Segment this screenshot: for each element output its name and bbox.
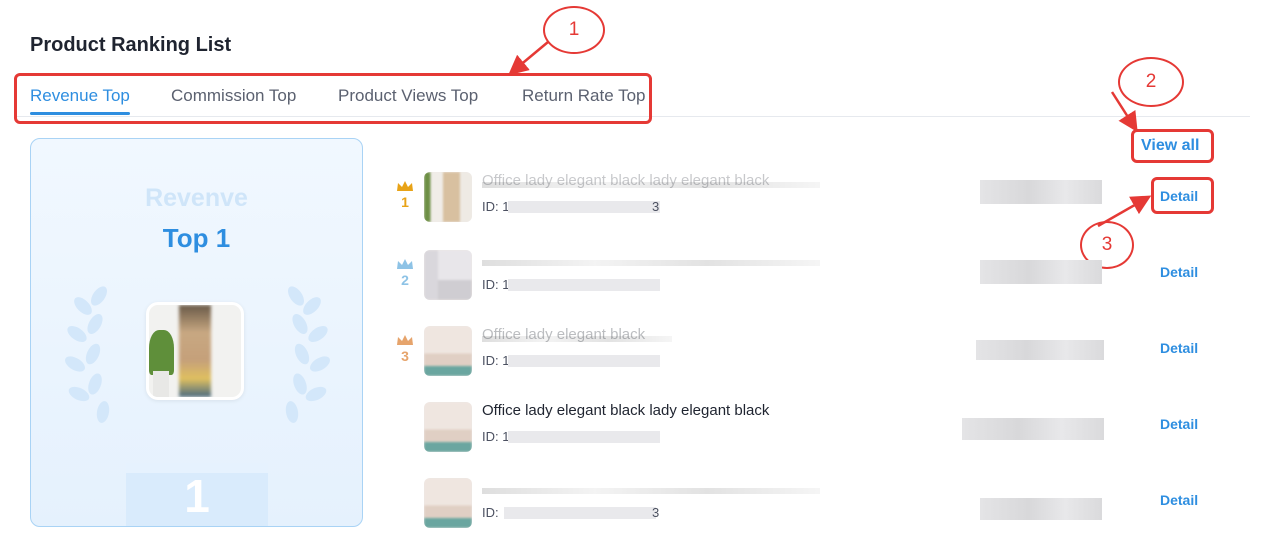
product-name-redaction — [482, 260, 820, 266]
product-thumbnail — [424, 326, 472, 376]
product-id-redaction — [508, 279, 660, 291]
product-id-redaction — [504, 507, 656, 519]
product-name: Office lady elegant black lady elegant b… — [482, 402, 770, 419]
annotation-box-tabs — [14, 73, 652, 124]
product-name-redaction — [482, 488, 820, 494]
annotation-marker-1: 1 — [543, 6, 605, 54]
ranking-row: 3 Office lady elegant black ID: 1 Detail — [390, 326, 1220, 386]
card-metric-label: Revenve — [145, 184, 248, 212]
product-thumbnail — [424, 402, 472, 452]
revenue-value-redaction — [980, 260, 1102, 284]
rank-number: 2 — [401, 272, 409, 288]
laurel-right-icon — [285, 286, 330, 423]
page-title: Product Ranking List — [30, 34, 232, 56]
product-thumbnail — [424, 172, 472, 222]
laurel-left-icon — [65, 286, 110, 423]
product-id-label: ID: 1 — [482, 353, 510, 368]
rank-number: 3 — [401, 348, 409, 364]
ranking-row: Office lady elegant black lady elegant b… — [390, 402, 1220, 462]
revenue-value-redaction — [962, 418, 1104, 440]
product-id-redaction — [508, 201, 660, 213]
crown-gold-icon — [397, 181, 413, 191]
ranking-row: 1 Office lady elegant black lady elegant… — [390, 172, 1220, 232]
card-rank-label: Top 1 — [162, 223, 231, 253]
view-all-link[interactable]: View all — [1141, 137, 1199, 155]
detail-link[interactable]: Detail — [1160, 188, 1198, 204]
product-name: Office lady elegant black — [482, 326, 646, 343]
product-id-label: ID: 1 — [482, 199, 510, 214]
product-id-label: ID: — [482, 505, 499, 520]
product-id-label: ID: 1 — [482, 277, 510, 292]
rank-badge: 3 — [390, 334, 420, 364]
detail-link[interactable]: Detail — [1160, 492, 1198, 508]
revenue-value-redaction — [976, 340, 1104, 360]
crown-silver-icon — [397, 259, 413, 269]
product-thumbnail — [424, 250, 472, 300]
revenue-value-redaction — [980, 498, 1102, 520]
product-id-suffix: 3 — [652, 505, 660, 520]
product-id-redaction — [508, 431, 660, 443]
detail-link[interactable]: Detail — [1160, 340, 1198, 356]
product-name: Office lady elegant black lady elegant b… — [482, 172, 770, 189]
product-id-suffix: 3 — [652, 199, 660, 214]
revenue-value-redaction — [980, 180, 1102, 204]
ranking-row: ID: 3 Detail — [390, 478, 1220, 538]
annotation-marker-2: 2 — [1118, 57, 1184, 107]
detail-link[interactable]: Detail — [1160, 264, 1198, 280]
product-thumbnail — [424, 478, 472, 528]
rank-badge: 1 — [390, 180, 420, 210]
podium-number: 1 — [184, 470, 210, 522]
product-id-label: ID: 1 — [482, 429, 510, 444]
rank-badge: 2 — [390, 258, 420, 288]
rank-number: 1 — [401, 194, 409, 210]
top-product-image — [146, 302, 244, 400]
ranking-row: 2 ID: 1 Detail — [390, 250, 1220, 310]
detail-link[interactable]: Detail — [1160, 416, 1198, 432]
product-id-redaction — [508, 355, 660, 367]
crown-bronze-icon — [397, 335, 413, 345]
top-product-card[interactable]: Revenve Top 1 1 — [30, 138, 363, 527]
